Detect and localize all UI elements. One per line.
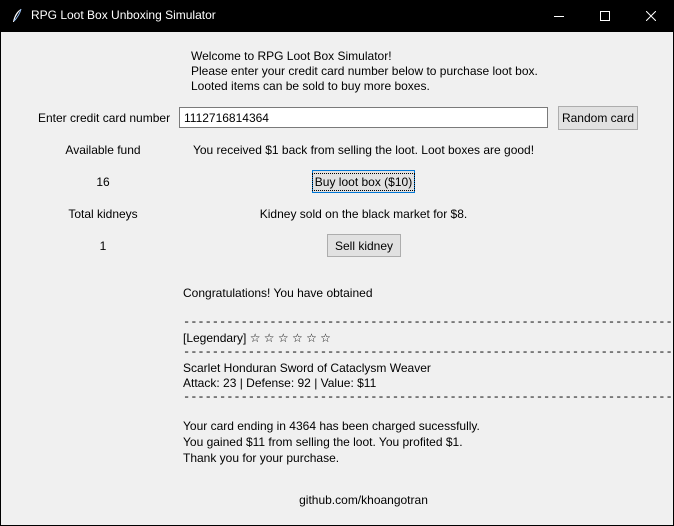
random-card-label: Random card xyxy=(561,111,635,125)
sell-kidney-button[interactable]: Sell kidney xyxy=(327,234,401,257)
close-icon xyxy=(646,11,656,21)
card-number-label: Enter credit card number xyxy=(38,111,171,125)
intro-line-2: Please enter your credit card number bel… xyxy=(191,64,538,78)
minimize-icon xyxy=(554,16,564,17)
feather-icon xyxy=(11,8,23,24)
item-name: Scarlet Honduran Sword of Cataclysm Weav… xyxy=(183,361,431,375)
kidney-message: Kidney sold on the black market for $8. xyxy=(259,207,468,221)
receipt-line-2: You gained $11 from selling the loot. Yo… xyxy=(183,435,463,449)
maximize-button[interactable] xyxy=(582,0,628,32)
window-title: RPG Loot Box Unboxing Simulator xyxy=(31,8,216,22)
item-stats: Attack: 23 | Defense: 92 | Value: $11 xyxy=(183,376,377,390)
available-fund-label: Available fund xyxy=(65,143,141,157)
card-number-input[interactable] xyxy=(179,107,548,128)
separator: ----------------------------------------… xyxy=(183,315,673,329)
available-fund-value: 16 xyxy=(96,175,110,189)
receipt-line-3: Thank you for your purchase. xyxy=(183,451,340,465)
maximize-icon xyxy=(600,11,610,21)
separator: ----------------------------------------… xyxy=(183,390,673,404)
close-button[interactable] xyxy=(628,0,674,32)
total-kidneys-value: 1 xyxy=(99,239,107,253)
buy-loot-box-button[interactable]: Buy loot box ($10) xyxy=(311,170,416,193)
fund-message: You received $1 back from selling the lo… xyxy=(192,143,535,157)
main-panel: Welcome to RPG Loot Box Simulator! Pleas… xyxy=(1,32,673,525)
rarity-text: [Legendary] ☆ ☆ ☆ ☆ ☆ ☆ xyxy=(183,331,331,345)
github-link[interactable]: github.com/khoangotran xyxy=(179,493,548,508)
app-window: RPG Loot Box Unboxing Simulator Welcome … xyxy=(0,0,674,526)
buy-loot-box-label: Buy loot box ($10) xyxy=(311,172,416,191)
separator: ----------------------------------------… xyxy=(183,345,673,359)
intro-line-1: Welcome to RPG Loot Box Simulator! xyxy=(191,49,392,63)
total-kidneys-label: Total kidneys xyxy=(68,207,138,221)
title-bar[interactable]: RPG Loot Box Unboxing Simulator xyxy=(0,0,674,32)
minimize-button[interactable] xyxy=(536,0,582,32)
random-card-button[interactable]: Random card xyxy=(558,106,638,130)
receipt-line-1: Your card ending in 4364 has been charge… xyxy=(183,419,480,433)
congrats-text: Congratulations! You have obtained xyxy=(183,286,373,300)
intro-line-3: Looted items can be sold to buy more box… xyxy=(191,79,430,93)
sell-kidney-label: Sell kidney xyxy=(334,238,394,253)
